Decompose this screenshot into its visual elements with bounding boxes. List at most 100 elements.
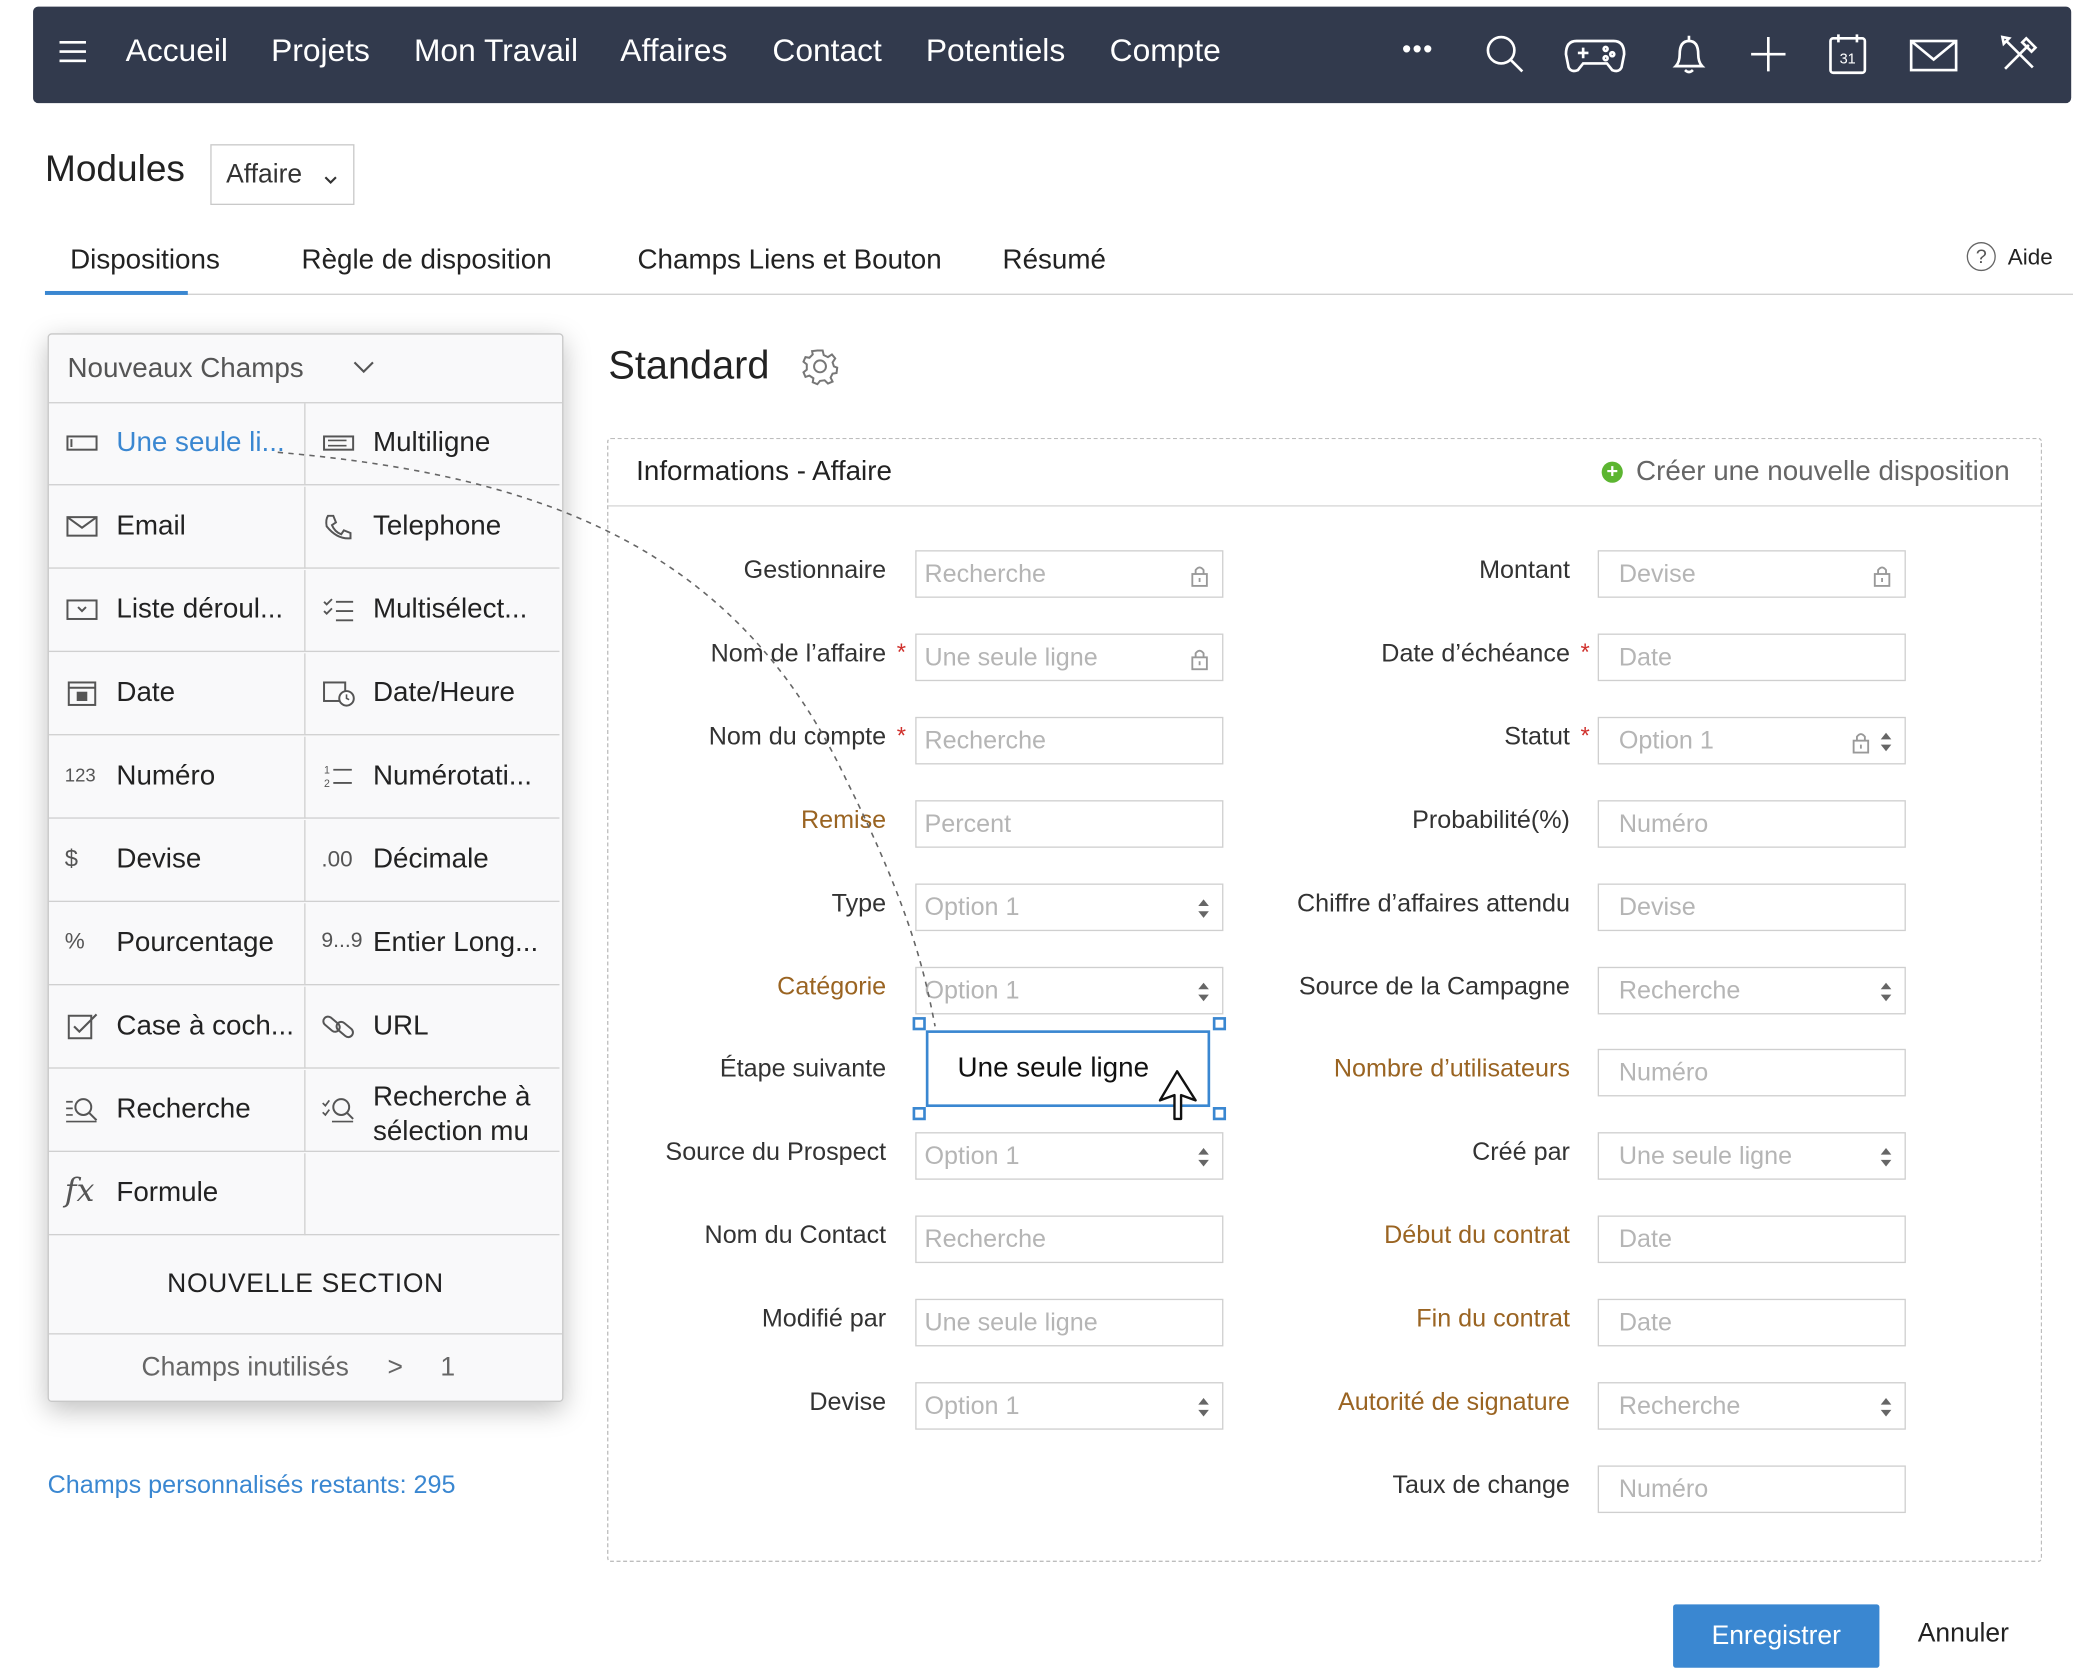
field-label: Type bbox=[831, 889, 887, 918]
field-input[interactable]: Option 1 bbox=[915, 882, 1224, 931]
field-type-multiselect[interactable]: Multisélect... bbox=[304, 570, 560, 653]
mail-icon[interactable] bbox=[1907, 30, 1960, 78]
nav-compte[interactable]: Compte bbox=[1110, 33, 1221, 70]
field-type-email[interactable]: Email bbox=[48, 487, 305, 569]
field-type-single-line[interactable]: Une seule li... bbox=[48, 403, 305, 486]
field-type-number[interactable]: 123 Numéro bbox=[48, 737, 305, 819]
field-type-decimal[interactable]: .00 Décimale bbox=[304, 820, 560, 903]
nav-mon-travail[interactable]: Mon Travail bbox=[414, 33, 578, 70]
field-input[interactable]: Option 1 bbox=[915, 966, 1224, 1014]
tab-resume[interactable]: Résumé bbox=[1003, 245, 1106, 277]
menu-icon[interactable] bbox=[59, 41, 86, 69]
field-type-lookup[interactable]: Recherche bbox=[48, 1070, 305, 1152]
field-input[interactable]: Une seule ligne bbox=[915, 1298, 1224, 1347]
field-input[interactable]: Percent bbox=[915, 799, 1224, 848]
field-label: Créé par bbox=[1472, 1139, 1570, 1167]
lock-icon bbox=[1873, 563, 1892, 587]
field-input[interactable]: Recherche bbox=[915, 1215, 1224, 1264]
unused-fields-link[interactable]: Champs inutilisés > 1 bbox=[49, 1335, 562, 1401]
field-type-long-integer[interactable]: 9...9 Entier Long... bbox=[304, 903, 560, 986]
new-fields-header[interactable]: Nouveaux Champs bbox=[48, 335, 563, 404]
field-input[interactable]: Numéro bbox=[1597, 1049, 1906, 1097]
field-input[interactable]: Recherche bbox=[915, 716, 1224, 765]
plus-circle-icon[interactable]: + bbox=[1601, 461, 1623, 483]
lock-icon bbox=[1190, 563, 1209, 587]
field-placeholder: Date bbox=[1618, 1309, 1672, 1338]
help-link[interactable]: Aide bbox=[2008, 245, 2053, 271]
tab-dispositions[interactable]: Dispositions bbox=[70, 245, 220, 277]
svg-text:2: 2 bbox=[324, 778, 330, 790]
tab-champs-liens-bouton[interactable]: Champs Liens et Bouton bbox=[637, 245, 941, 277]
field-type-currency[interactable]: $ Devise bbox=[48, 820, 305, 903]
tab-regle-disposition[interactable]: Règle de disposition bbox=[302, 245, 552, 277]
field-type-label: Email bbox=[116, 510, 186, 541]
new-fields-title: Nouveaux Champs bbox=[67, 353, 304, 384]
field-type-autonumber[interactable]: 12 Numérotati... bbox=[304, 736, 560, 819]
field-placeholder: Option 1 bbox=[924, 1143, 1020, 1171]
gamepad-icon[interactable] bbox=[1563, 30, 1626, 78]
resize-handle[interactable] bbox=[1212, 1017, 1227, 1031]
field-input[interactable]: Date bbox=[1597, 1215, 1906, 1264]
save-button[interactable]: Enregistrer bbox=[1673, 1604, 1880, 1668]
field-type-multiline[interactable]: Multiligne bbox=[304, 403, 560, 486]
field-label: Catégorie bbox=[777, 972, 887, 1001]
create-layout-link[interactable]: Créer une nouvelle disposition bbox=[1636, 456, 2010, 488]
field-input[interactable]: Devise bbox=[1597, 550, 1906, 598]
nav-contact[interactable]: Contact bbox=[772, 33, 881, 70]
bell-icon[interactable] bbox=[1665, 30, 1713, 78]
nav-affaires[interactable]: Affaires bbox=[620, 33, 727, 70]
new-section-button[interactable]: NOUVELLE SECTION bbox=[48, 1235, 563, 1335]
gear-icon[interactable] bbox=[800, 347, 840, 387]
module-select[interactable]: Affaire bbox=[210, 144, 355, 206]
resize-handle[interactable] bbox=[912, 1107, 926, 1121]
help-icon[interactable]: ? bbox=[1966, 242, 1996, 272]
field-input[interactable]: Date bbox=[1597, 1298, 1906, 1347]
cancel-button[interactable]: Annuler bbox=[1918, 1619, 2009, 1649]
tools-icon[interactable] bbox=[1996, 30, 2044, 78]
field-type-datetime[interactable]: Date/Heure bbox=[304, 653, 560, 736]
field-input[interactable]: Une seule ligne bbox=[1597, 1132, 1906, 1181]
resize-handle[interactable] bbox=[912, 1017, 926, 1031]
more-menu-icon[interactable]: ••• bbox=[1402, 36, 1434, 66]
field-input[interactable]: Option 1 bbox=[915, 1382, 1224, 1430]
field-type-multi-lookup[interactable]: Recherche à sélection mu bbox=[304, 1069, 560, 1152]
field-input[interactable]: Option 1 bbox=[915, 1132, 1224, 1181]
field-type-formula[interactable]: fx Formule bbox=[48, 1153, 305, 1236]
field-placeholder: Option 1 bbox=[924, 1392, 1020, 1421]
required-marker: * bbox=[896, 638, 907, 666]
formula-icon: fx bbox=[64, 1171, 95, 1209]
required-marker: * bbox=[896, 721, 907, 749]
field-type-picklist[interactable]: Liste déroul... bbox=[48, 570, 305, 653]
field-placeholder: Une seule ligne bbox=[924, 1309, 1098, 1338]
field-type-percent[interactable]: % Pourcentage bbox=[48, 903, 305, 986]
plus-icon[interactable] bbox=[1745, 30, 1793, 78]
field-input[interactable]: Option 1 bbox=[1597, 716, 1906, 765]
field-input[interactable]: Devise bbox=[1597, 882, 1906, 931]
datetime-icon bbox=[321, 677, 355, 709]
field-input[interactable]: Recherche bbox=[1597, 1382, 1906, 1430]
field-type-date[interactable]: Date bbox=[48, 653, 305, 736]
multiline-icon bbox=[321, 427, 355, 459]
field-type-url[interactable]: URL bbox=[304, 986, 560, 1069]
field-input[interactable]: Numéro bbox=[1597, 799, 1906, 848]
tabs-divider bbox=[44, 293, 2073, 295]
calendar-icon[interactable]: 31 bbox=[1824, 30, 1872, 78]
field-type-checkbox[interactable]: Case à coch... bbox=[48, 987, 305, 1069]
url-icon bbox=[321, 1010, 355, 1042]
field-input[interactable]: Recherche bbox=[915, 550, 1224, 598]
field-placeholder: Recherche bbox=[1618, 976, 1741, 1005]
field-type-telephone[interactable]: Telephone bbox=[304, 486, 560, 569]
field-label: Nombre d’utilisateurs bbox=[1333, 1055, 1570, 1084]
nav-potentiels[interactable]: Potentiels bbox=[926, 33, 1065, 70]
field-input[interactable]: Date bbox=[1597, 633, 1906, 681]
module-select-value: Affaire bbox=[226, 160, 303, 190]
nav-projets[interactable]: Projets bbox=[271, 33, 370, 70]
field-input[interactable]: Recherche bbox=[1597, 966, 1906, 1014]
nav-accueil[interactable]: Accueil bbox=[126, 33, 228, 70]
field-input[interactable]: Une seule ligne bbox=[915, 633, 1224, 681]
search-icon[interactable] bbox=[1481, 30, 1529, 78]
currency-icon: $ bbox=[64, 845, 79, 872]
field-input[interactable]: Numéro bbox=[1597, 1465, 1906, 1513]
resize-handle[interactable] bbox=[1212, 1107, 1227, 1121]
section-title[interactable]: Informations - Affaire bbox=[636, 456, 892, 488]
